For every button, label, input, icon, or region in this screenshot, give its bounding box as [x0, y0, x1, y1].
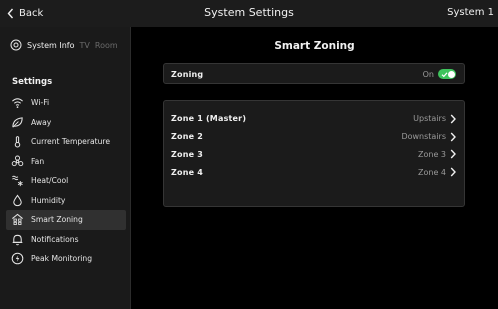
- main-panel: Smart Zoning Zoning On Zone 1 (Master) U…: [131, 27, 498, 309]
- zone-value: Downstairs: [401, 132, 456, 142]
- zone-value-text: Upstairs: [413, 114, 446, 124]
- zone-row-4[interactable]: Zone 4 Zone 4: [164, 163, 464, 181]
- settings-section-title: Settings: [12, 77, 53, 87]
- sidebar-item-label: Away: [31, 117, 52, 127]
- heat-cool-icon: [10, 174, 24, 188]
- zone-row-3[interactable]: Zone 3 Zone 3: [164, 146, 464, 164]
- zone-value: Zone 4: [418, 167, 456, 177]
- sidebar-item-label: Fan: [31, 156, 45, 166]
- leaf-icon: [10, 115, 24, 129]
- sidebar-item-label: Wi-Fi: [31, 98, 50, 108]
- bell-icon: [10, 232, 24, 246]
- zone-label: Zone 2: [171, 132, 203, 142]
- thermometer-icon: [10, 135, 24, 149]
- sidebar-item-away[interactable]: Away: [6, 113, 126, 133]
- sidebar-item-label: Heat/Cool: [31, 176, 69, 186]
- zone-value: Zone 3: [418, 149, 456, 159]
- tab-tv[interactable]: TV: [80, 41, 90, 50]
- chevron-right-icon: [450, 150, 456, 159]
- tab-system-info[interactable]: System Info: [27, 41, 75, 50]
- sidebar-item-label: Smart Zoning: [31, 215, 83, 225]
- zone-value-text: Zone 3: [418, 149, 446, 159]
- sidebar-tabs: System Info TV Room: [10, 37, 118, 53]
- zone-value-text: Downstairs: [401, 132, 446, 142]
- system-name-button[interactable]: System 1: [447, 4, 494, 22]
- settings-nav: Wi-Fi Away Current Temperature Fan Heat/…: [6, 93, 126, 269]
- bolt-icon: [10, 252, 24, 266]
- sidebar-item-label: Peak Monitoring: [31, 254, 93, 264]
- sidebar-item-wifi[interactable]: Wi-Fi: [6, 93, 126, 113]
- chevron-right-icon: [450, 114, 456, 124]
- zone-label: Zone 3: [171, 149, 203, 159]
- zoning-value: On: [422, 69, 456, 80]
- tab-room[interactable]: Room: [95, 41, 118, 50]
- sidebar-item-humidity[interactable]: Humidity: [6, 191, 126, 211]
- droplet-icon: [10, 193, 24, 207]
- fan-icon: [10, 154, 24, 168]
- house-zones-icon: [10, 213, 24, 227]
- sidebar-item-peak-monitoring[interactable]: Peak Monitoring: [6, 249, 126, 269]
- sidebar-item-heat-cool[interactable]: Heat/Cool: [6, 171, 126, 191]
- zoning-card: Zoning On: [163, 63, 465, 84]
- chevron-right-icon: [450, 167, 456, 177]
- chevron-right-icon: [450, 132, 456, 142]
- sidebar-item-label: Notifications: [31, 234, 79, 244]
- zone-label: Zone 4: [171, 167, 203, 177]
- zoning-status: On: [422, 69, 434, 79]
- sidebar-item-current-temperature[interactable]: Current Temperature: [6, 132, 126, 152]
- page-title: System Settings: [204, 6, 294, 19]
- sidebar-item-smart-zoning[interactable]: Smart Zoning: [6, 210, 126, 230]
- zone-value: Upstairs: [413, 114, 456, 124]
- zoning-toggle[interactable]: [438, 69, 456, 80]
- zone-row-2[interactable]: Zone 2 Downstairs: [164, 128, 464, 146]
- zoning-label: Zoning: [171, 69, 204, 79]
- toggle-knob: [447, 70, 455, 78]
- zones-card: Zone 1 (Master) Upstairs Zone 2 Downstai…: [163, 100, 465, 207]
- zoning-row[interactable]: Zoning On: [164, 64, 464, 85]
- check-icon: [441, 72, 448, 78]
- sidebar-item-fan[interactable]: Fan: [6, 152, 126, 172]
- zone-value-text: Zone 4: [418, 167, 446, 177]
- sidebar-item-label: Current Temperature: [31, 137, 111, 147]
- sidebar: System Info TV Room Settings Wi-Fi Away …: [0, 27, 131, 309]
- settings-circle-icon: [10, 39, 22, 51]
- panel-title: Smart Zoning: [274, 40, 355, 52]
- header-bar: Back System Settings System 1: [0, 0, 498, 27]
- zone-label: Zone 1 (Master): [171, 114, 247, 124]
- sidebar-item-label: Humidity: [31, 195, 66, 205]
- sidebar-item-notifications[interactable]: Notifications: [6, 230, 126, 250]
- wifi-icon: [10, 96, 24, 110]
- zone-row-1[interactable]: Zone 1 (Master) Upstairs: [164, 110, 464, 128]
